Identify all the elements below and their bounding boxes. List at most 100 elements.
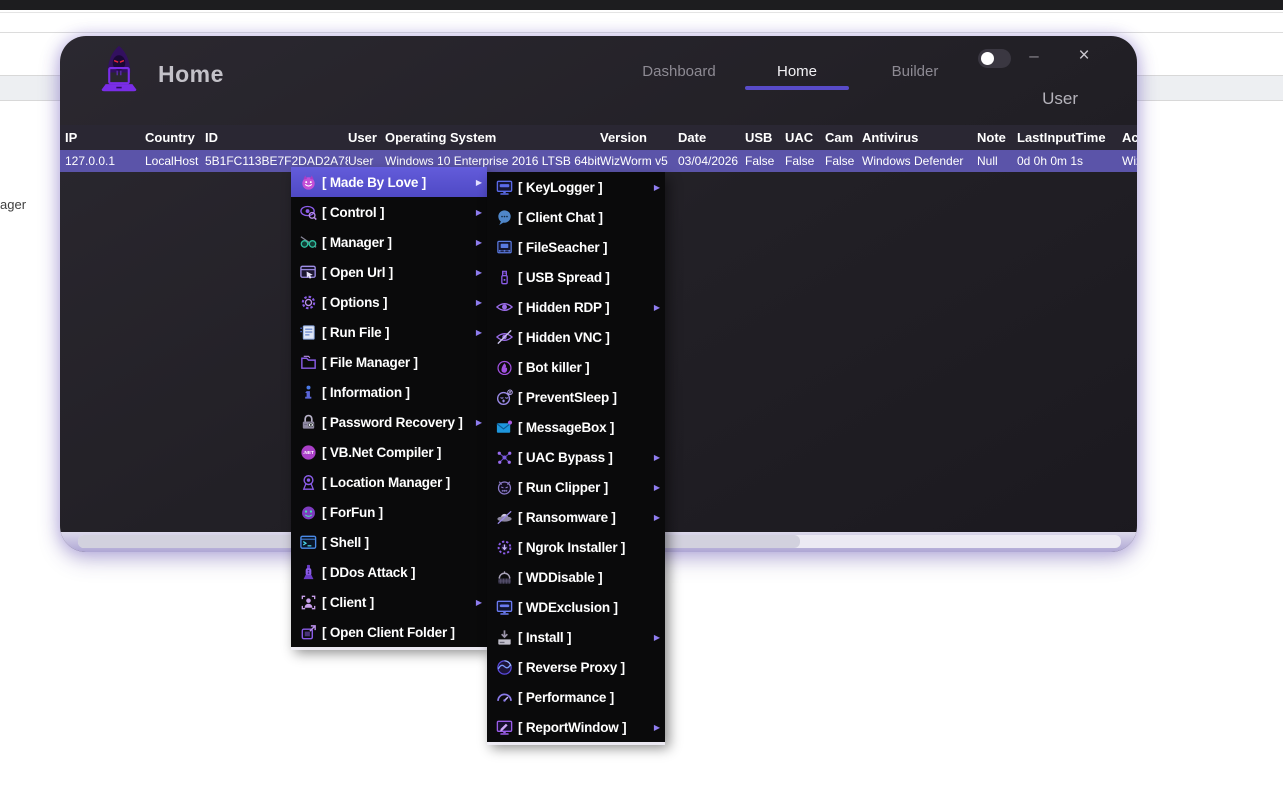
cell-id: 5B1FC113BE7F2DAD2A78 [205, 154, 348, 168]
menu-item-uac-bypass[interactable]: [ UAC Bypass ] ▶ [487, 442, 665, 472]
cell-lastinputtime: 0d 0h 0m 1s [1017, 154, 1122, 168]
keylogger-monitor-icon [494, 177, 514, 197]
menu-item-hidden-vnc[interactable]: [ Hidden VNC ] [487, 322, 665, 352]
table-row-selected[interactable]: 127.0.0.1LocalHost5B1FC113BE7F2DAD2A78Us… [60, 150, 1137, 172]
theme-toggle[interactable] [978, 49, 1011, 68]
menu-item-run-file[interactable]: [ Run File ]▶ [291, 317, 487, 347]
dotnet-icon: .NET [298, 442, 318, 462]
browser-icon [298, 262, 318, 282]
menu-item-label: [ Location Manager ] [322, 475, 482, 490]
usb-icon [494, 267, 514, 287]
menu-item-install[interactable]: [ Install ]▶ [487, 622, 665, 652]
column-header-lastinputtime[interactable]: LastInputTime [1017, 130, 1122, 145]
menu-item-wddisable[interactable]: [ WDDisable ] [487, 562, 665, 592]
hacker-laptop-logo-icon [95, 44, 143, 94]
menu-item-made-by-love[interactable]: [ Made By Love ] ▶ [291, 167, 487, 197]
cell-act: Wiz [1122, 154, 1137, 168]
background-divider [0, 12, 1283, 13]
menu-item-label: [ MessageBox ] [518, 420, 660, 435]
menu-item-label: [ Made By Love ] [322, 175, 472, 190]
cell-version: WizWorm v5 [600, 154, 678, 168]
menu-item-client[interactable]: [ Client ]▶ [291, 587, 487, 617]
menu-item-keylogger[interactable]: [ KeyLogger ]▶ [487, 172, 665, 202]
submenu-arrow-icon: ▶ [654, 453, 660, 462]
menu-item-manager[interactable]: [ Manager ]▶ [291, 227, 487, 257]
menu-item-open-url[interactable]: [ Open Url ]▶ [291, 257, 487, 287]
column-header-country[interactable]: Country [145, 130, 205, 145]
menu-item-forfun[interactable]: [ ForFun ] [291, 497, 487, 527]
menu-item-file-manager[interactable]: [ File Manager ] [291, 347, 487, 377]
menu-item-label: [ Shell ] [322, 535, 482, 550]
user-label: User [1042, 89, 1078, 109]
tab-dashboard[interactable]: Dashboard [620, 63, 738, 80]
menu-item-run-clipper[interactable]: [ Run Clipper ]▶ [487, 472, 665, 502]
menu-item-messagebox[interactable]: [ MessageBox ] [487, 412, 665, 442]
menu-item-label: [ FileSeacher ] [518, 240, 660, 255]
tab-builder[interactable]: Builder [856, 63, 974, 80]
submenu-arrow-icon: ▶ [476, 208, 482, 217]
menu-item-vb-net-compiler[interactable]: .NET[ VB.Net Compiler ] [291, 437, 487, 467]
location-icon [298, 472, 318, 492]
menu-item-ransomware[interactable]: [ Ransomware ]▶ [487, 502, 665, 532]
menu-item-label: [ UAC Bypass ] [518, 450, 650, 465]
terminal-icon [298, 532, 318, 552]
menu-item-options[interactable]: [ Options ]▶ [291, 287, 487, 317]
submenu-arrow-icon: ▶ [476, 418, 482, 427]
column-header-uac[interactable]: UAC [785, 130, 825, 145]
menu-item-reverse-proxy[interactable]: [ Reverse Proxy ] [487, 652, 665, 682]
gear-icon [298, 292, 318, 312]
column-header-user[interactable]: User [348, 130, 385, 145]
column-header-operating-system[interactable]: Operating System [385, 130, 600, 145]
menu-item-client-chat[interactable]: [ Client Chat ] [487, 202, 665, 232]
ufo-icon [494, 507, 514, 527]
submenu-arrow-icon: ▶ [654, 633, 660, 642]
menu-item-password-recovery[interactable]: [ Password Recovery ]▶ [291, 407, 487, 437]
submenu-arrow-icon: ▶ [476, 178, 482, 187]
close-button[interactable]: × [1071, 44, 1097, 68]
report-monitor-icon [494, 717, 514, 737]
minimize-button[interactable]: – [1022, 45, 1046, 67]
menu-item-bot-killer[interactable]: [ Bot killer ] [487, 352, 665, 382]
page-title: Home [158, 61, 224, 88]
menu-item-fileseacher[interactable]: [ FileSeacher ] [487, 232, 665, 262]
menu-item-usb-spread[interactable]: [ USB Spread ] [487, 262, 665, 292]
menu-item-label: [ ReportWindow ] [518, 720, 650, 735]
folder-icon [298, 352, 318, 372]
menu-item-location-manager[interactable]: [ Location Manager ] [291, 467, 487, 497]
column-header-date[interactable]: Date [678, 130, 745, 145]
menu-item-performance[interactable]: [ Performance ] [487, 682, 665, 712]
column-header-ip[interactable]: IP [65, 130, 145, 145]
cell-cam: False [825, 154, 862, 168]
cell-ip: 127.0.0.1 [65, 154, 145, 168]
menu-item-ngrok-installer[interactable]: [ Ngrok Installer ] [487, 532, 665, 562]
network-icon [494, 447, 514, 467]
install-icon [494, 627, 514, 647]
column-header-act[interactable]: Act [1122, 130, 1137, 145]
menu-item-wdexclusion[interactable]: [ WDExclusion ] [487, 592, 665, 622]
info-icon [298, 382, 318, 402]
nav-tabs: DashboardHomeBuilder [620, 63, 974, 80]
column-header-id[interactable]: ID [205, 130, 348, 145]
glasses-icon [298, 232, 318, 252]
fun-face-icon [298, 502, 318, 522]
file-search-icon [494, 237, 514, 257]
column-header-antivirus[interactable]: Antivirus [862, 130, 977, 145]
menu-item-reportwindow[interactable]: [ ReportWindow ]▶ [487, 712, 665, 742]
flame-icon [494, 357, 514, 377]
menu-item-ddos-attack[interactable]: [ DDos Attack ] [291, 557, 487, 587]
menu-item-information[interactable]: [ Information ] [291, 377, 487, 407]
menu-item-preventsleep[interactable]: [ PreventSleep ] [487, 382, 665, 412]
menu-item-control[interactable]: [ Control ]▶ [291, 197, 487, 227]
tab-home[interactable]: Home [738, 63, 856, 80]
column-header-note[interactable]: Note [977, 130, 1017, 145]
column-header-cam[interactable]: Cam [825, 130, 862, 145]
clipper-face-icon [494, 477, 514, 497]
menu-item-hidden-rdp[interactable]: [ Hidden RDP ]▶ [487, 292, 665, 322]
control-eye-icon [298, 202, 318, 222]
menu-item-shell[interactable]: [ Shell ] [291, 527, 487, 557]
menu-item-open-client-folder[interactable]: [ Open Client Folder ] [291, 617, 487, 647]
cell-operating-system: Windows 10 Enterprise 2016 LTSB 64bit [385, 154, 600, 168]
menu-item-label: [ Client Chat ] [518, 210, 660, 225]
column-header-usb[interactable]: USB [745, 130, 785, 145]
column-header-version[interactable]: Version [600, 130, 678, 145]
